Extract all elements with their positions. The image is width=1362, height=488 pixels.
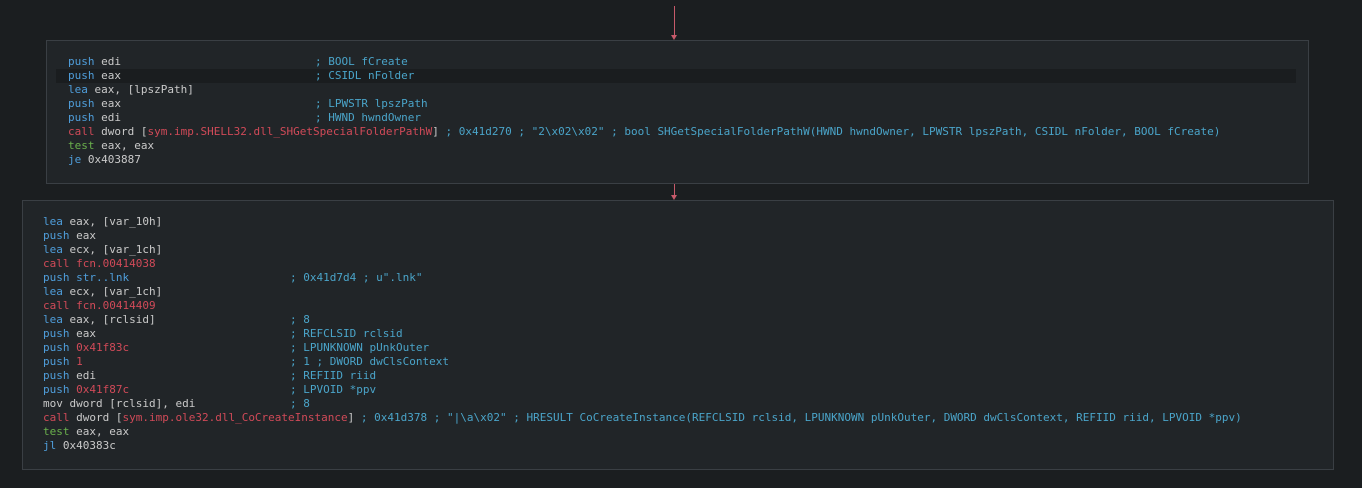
asm-line[interactable]: push 0x41f87c; LPVOID *ppv — [43, 383, 376, 397]
asm-line[interactable]: push edi; HWND hwndOwner — [68, 111, 421, 125]
asm-line[interactable]: push str..lnk; 0x41d7d4 ; u".lnk" — [43, 271, 422, 285]
asm-line[interactable]: push eax — [43, 229, 96, 243]
asm-line-jump[interactable]: jl 0x40383c — [43, 439, 116, 453]
graph-node-block1[interactable]: push edi; BOOL fCreate push eax; CSIDL n… — [46, 40, 1309, 184]
asm-line[interactable]: lea eax, [rclsid]; 8 — [43, 313, 310, 327]
asm-line[interactable]: push 1; 1 ; DWORD dwClsContext — [43, 355, 449, 369]
asm-line[interactable]: lea eax, [lpszPath] — [68, 83, 194, 97]
edge-in — [674, 6, 675, 35]
asm-line-call[interactable]: call dword [sym.imp.SHELL32.dll_SHGetSpe… — [68, 125, 1220, 139]
asm-line[interactable]: test eax, eax — [43, 425, 129, 439]
asm-line[interactable]: lea eax, [var_10h] — [43, 215, 162, 229]
asm-line-call[interactable]: call dword [sym.imp.ole32.dll_CoCreateIn… — [43, 411, 1242, 425]
asm-line[interactable]: mov dword [rclsid], edi; 8 — [43, 397, 310, 411]
asm-line[interactable]: push eax; LPWSTR lpszPath — [68, 97, 428, 111]
asm-line-call[interactable]: call fcn.00414409 — [43, 299, 156, 313]
asm-line[interactable]: push edi; BOOL fCreate — [68, 55, 408, 69]
asm-line[interactable]: push edi; REFIID riid — [43, 369, 376, 383]
asm-line[interactable]: lea ecx, [var_1ch] — [43, 285, 162, 299]
asm-line-call[interactable]: call fcn.00414038 — [43, 257, 156, 271]
asm-line[interactable]: push eax; REFCLSID rclsid — [43, 327, 403, 341]
asm-line-jump[interactable]: je 0x403887 — [68, 153, 141, 167]
asm-line-selected[interactable]: push eax; CSIDL nFolder — [56, 69, 1296, 83]
graph-node-block2[interactable]: lea eax, [var_10h] push eax lea ecx, [va… — [22, 200, 1334, 470]
asm-line[interactable]: test eax, eax — [68, 139, 154, 153]
asm-line[interactable]: lea ecx, [var_1ch] — [43, 243, 162, 257]
asm-line[interactable]: push 0x41f83c; LPUNKNOWN pUnkOuter — [43, 341, 429, 355]
